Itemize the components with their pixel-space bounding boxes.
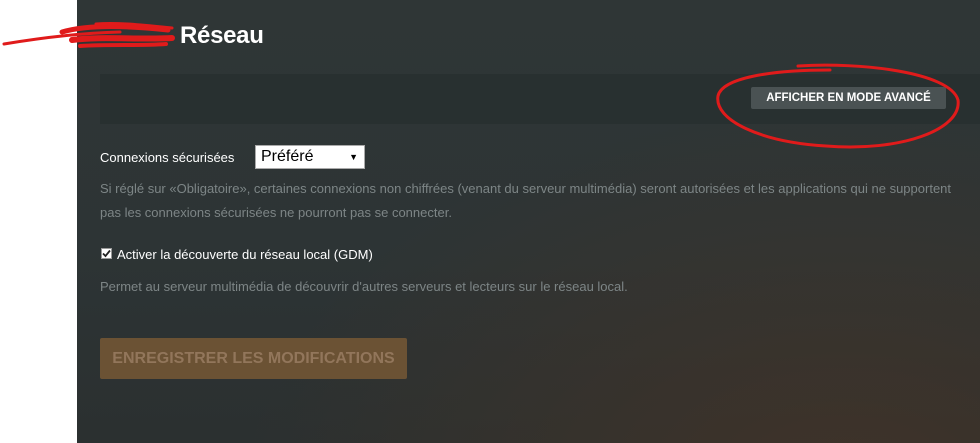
checkmark-icon [102, 249, 111, 258]
page-title: Réseau [180, 22, 264, 49]
gdm-checkbox[interactable] [101, 248, 112, 259]
show-advanced-button[interactable]: AFFICHER EN MODE AVANCÉ [751, 87, 946, 109]
gdm-help: Permet au serveur multimédia de découvri… [100, 279, 628, 294]
secure-connections-help: Si réglé sur «Obligatoire», certaines co… [100, 181, 952, 220]
caret-down-icon: ▼ [349, 152, 358, 162]
save-changes-button[interactable]: ENREGISTRER LES MODIFICATIONS [100, 338, 407, 379]
secure-connections-select[interactable]: Préféré ▼ [255, 145, 365, 169]
secure-connections-label: Connexions sécurisées [100, 150, 235, 165]
gdm-label: Activer la découverte du réseau local (G… [117, 247, 373, 262]
secure-connections-value: Préféré [261, 148, 314, 165]
